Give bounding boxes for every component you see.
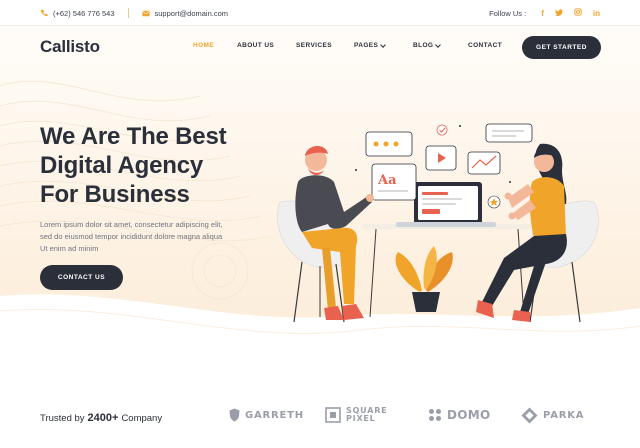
font-sample-text: Aa: [377, 173, 397, 188]
social-follow: Follow Us : f in: [489, 0, 600, 26]
twitter-icon[interactable]: [554, 8, 563, 18]
man-figure: [295, 145, 374, 320]
hero-illustration: Aa: [277, 123, 599, 323]
brand-logo-garreth[interactable]: GARRETH: [229, 405, 304, 425]
follow-label: Follow Us :: [489, 8, 527, 18]
contact-us-button[interactable]: CONTACT US: [40, 265, 123, 290]
diamond-logo-icon: [521, 407, 538, 423]
shield-logo-icon: [229, 408, 240, 422]
trusted-suffix: Company: [121, 413, 163, 424]
top-bar: (+62) 546 776 543 support@domain.com Fol…: [0, 0, 640, 26]
top-bar-contact: (+62) 546 776 543 support@domain.com: [40, 0, 228, 26]
facebook-icon[interactable]: f: [541, 9, 544, 18]
email-item[interactable]: support@domain.com: [141, 8, 228, 18]
phone-number: (+62) 546 776 543: [53, 8, 115, 18]
phone-icon: [40, 9, 48, 17]
chevron-down-icon: [435, 41, 442, 48]
nav-blog-label: BLOG: [413, 42, 434, 49]
hero-title: We Are The Best Digital Agency For Busin…: [40, 122, 290, 209]
divider: [127, 8, 129, 18]
nav-pages-label: PAGES: [354, 42, 379, 49]
linkedin-icon[interactable]: in: [593, 9, 600, 18]
nav-about-us[interactable]: ABOUT US: [237, 42, 274, 49]
nav-services[interactable]: SERVICES: [296, 42, 332, 49]
nav-blog[interactable]: BLOG: [413, 41, 442, 49]
hero-title-line-2: Digital Agency: [40, 152, 204, 179]
trusted-prefix: Trusted by: [40, 413, 85, 424]
trusted-by-text: Trusted by 2400+ Company: [40, 412, 162, 424]
hero-title-line-1: We Are The Best: [40, 123, 227, 150]
nav-contact[interactable]: CONTACT: [468, 42, 502, 49]
potted-plant: [395, 246, 453, 312]
brand-name: SQUARE PIXEL: [346, 406, 388, 423]
site-logo[interactable]: Callisto: [40, 37, 100, 57]
brand-name: PARKA: [543, 409, 585, 421]
main-header: Callisto HOME ABOUT US SERVICES PAGES BL…: [0, 26, 640, 68]
chevron-down-icon: [380, 41, 387, 48]
brand-name: GARRETH: [245, 409, 304, 421]
square-logo-icon: [325, 407, 341, 423]
hero-description: Lorem ipsum dolor sit amet, consectetur …: [40, 220, 223, 253]
trusted-count: 2400+: [87, 412, 119, 424]
brand-logo-square-pixel[interactable]: SQUARE PIXEL: [325, 405, 388, 425]
mail-icon: [141, 10, 150, 17]
get-started-button[interactable]: GET STARTED: [522, 36, 601, 59]
brand-name: DOMO: [447, 408, 491, 422]
nav-pages[interactable]: PAGES: [354, 41, 387, 49]
email-address: support@domain.com: [154, 8, 228, 18]
brand-logo-parka[interactable]: PARKA: [521, 405, 584, 425]
brand-logo-domo[interactable]: DOMO: [428, 405, 491, 425]
nav-home[interactable]: HOME: [193, 42, 214, 49]
hero-title-line-3: For Business: [40, 181, 190, 208]
phone-item[interactable]: (+62) 546 776 543: [40, 9, 115, 18]
instagram-icon[interactable]: [574, 8, 582, 18]
dots-logo-icon: [429, 409, 441, 421]
